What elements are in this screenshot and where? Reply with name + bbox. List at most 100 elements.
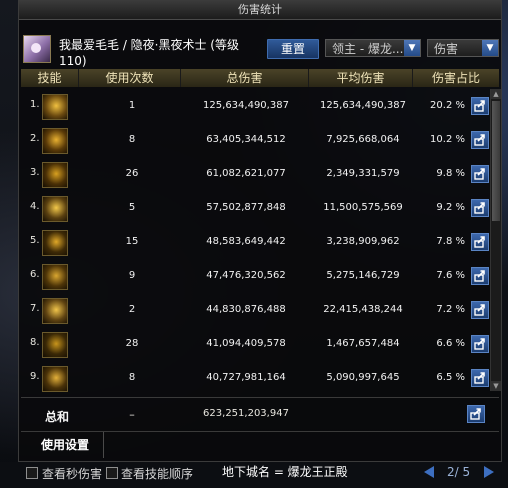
share-icon — [474, 168, 485, 180]
share-button[interactable] — [471, 369, 489, 387]
row-index: 1. — [30, 99, 40, 110]
boss-select[interactable]: 领主 - 爆龙... ▼ — [325, 39, 421, 57]
damage-share: 7.2 % — [436, 304, 465, 315]
check-dps-label: 查看秒伤害 — [42, 467, 103, 481]
use-count: 28 — [125, 338, 139, 349]
share-icon — [474, 100, 485, 112]
row-index: 6. — [30, 269, 40, 280]
prev-page-icon[interactable] — [424, 466, 434, 478]
use-count: 15 — [125, 236, 139, 247]
col-share[interactable]: 伤害占比 — [413, 69, 499, 87]
use-count: 8 — [128, 372, 136, 383]
share-button[interactable] — [471, 335, 489, 353]
damage-share: 6.6 % — [436, 338, 465, 349]
total-damage: 125,634,490,387 — [203, 100, 289, 111]
col-count[interactable]: 使用次数 — [79, 69, 181, 87]
skill-4-icon — [42, 196, 68, 222]
share-button[interactable] — [471, 97, 489, 115]
share-button[interactable] — [471, 131, 489, 149]
table-row: 8. 28 41,094,409,578 1,467,657,484 6.6 % — [21, 329, 489, 359]
scroll-thumb[interactable] — [492, 101, 500, 221]
summary-row: 总和 – 623,251,203,947 — [21, 397, 499, 430]
row-index: 4. — [30, 201, 40, 212]
check-order-checkbox[interactable] — [106, 467, 118, 479]
scroll-down-icon[interactable]: ▼ — [491, 381, 501, 391]
damage-share: 20.2 % — [430, 100, 465, 111]
summary-label: 总和 — [45, 410, 70, 424]
settings-tab[interactable]: 使用设置 — [27, 432, 104, 458]
row-index: 7. — [30, 303, 40, 314]
share-button[interactable] — [471, 267, 489, 285]
total-damage: 47,476,320,562 — [206, 270, 286, 281]
col-avg[interactable]: 平均伤害 — [309, 69, 413, 87]
table-row: 5. 15 48,583,649,442 3,238,909,962 7.8 % — [21, 227, 489, 257]
next-page-icon[interactable] — [484, 466, 494, 478]
row-index: 2. — [30, 133, 40, 144]
share-button[interactable] — [471, 233, 489, 251]
table-row: 1. 1 125,634,490,387 125,634,490,387 20.2 % — [21, 91, 489, 121]
summary-count: – — [129, 408, 135, 421]
row-index: 8. — [30, 337, 40, 348]
use-count: 5 — [128, 202, 136, 213]
avg-damage: 2,349,331,579 — [326, 168, 400, 179]
check-order-label: 查看技能顺序 — [121, 467, 194, 481]
skill-2-icon — [42, 128, 68, 154]
total-damage: 57,502,877,848 — [206, 202, 286, 213]
boss-select-value: 领主 - 爆龙... — [332, 42, 404, 56]
chevron-down-icon: ▼ — [482, 40, 498, 56]
player-name: 我最爱毛毛 / 隐夜·黑夜术士 (等级110) — [59, 38, 239, 68]
skill-9-icon — [42, 366, 68, 392]
table-row: 4. 5 57,502,877,848 11,500,575,569 9.2 % — [21, 193, 489, 223]
col-skill[interactable]: 技能 — [21, 69, 79, 87]
damage-share: 10.2 % — [430, 134, 465, 145]
avg-damage: 1,467,657,484 — [326, 338, 400, 349]
share-icon — [474, 270, 485, 282]
row-index: 5. — [30, 235, 40, 246]
damage-share: 6.5 % — [436, 372, 465, 383]
summary-total: 623,251,203,947 — [203, 408, 289, 419]
avg-damage: 11,500,575,569 — [323, 202, 403, 213]
damage-share: 9.2 % — [436, 202, 465, 213]
share-button[interactable] — [471, 199, 489, 217]
share-button[interactable] — [471, 165, 489, 183]
damage-share: 9.8 % — [436, 168, 465, 179]
table-header: 技能 使用次数 总伤害 平均伤害 伤害占比 — [21, 69, 499, 87]
damage-stats-window: 伤害统计 我最爱毛毛 / 隐夜·黑夜术士 (等级110) 重置 领主 - 爆龙.… — [18, 0, 502, 462]
total-damage: 48,583,649,442 — [206, 236, 286, 247]
scroll-up-icon[interactable]: ▲ — [491, 89, 501, 99]
use-count: 9 — [128, 270, 136, 281]
type-select-value: 伤害 — [434, 42, 459, 56]
share-icon — [474, 134, 485, 146]
row-index: 9. — [30, 371, 40, 382]
skill-6-icon — [42, 264, 68, 290]
skill-8-icon — [42, 332, 68, 358]
share-icon — [474, 236, 485, 248]
skill-5-icon — [42, 230, 68, 256]
share-button[interactable] — [471, 301, 489, 319]
row-index: 3. — [30, 167, 40, 178]
reset-button[interactable]: 重置 — [267, 39, 319, 59]
avg-damage: 5,275,146,729 — [326, 270, 400, 281]
damage-share: 7.6 % — [436, 270, 465, 281]
share-icon — [474, 372, 485, 384]
damage-share: 7.8 % — [436, 236, 465, 247]
dungeon-name: 地下城名 = 爆龙王正殿 — [222, 465, 348, 479]
col-total[interactable]: 总伤害 — [181, 69, 309, 87]
table-row: 3. 26 61,082,621,077 2,349,331,579 9.8 % — [21, 159, 489, 189]
table-row: 7. 2 44,830,876,488 22,415,438,244 7.2 % — [21, 295, 489, 325]
skill-7-icon — [42, 298, 68, 324]
settings-bar: 使用设置 — [21, 431, 499, 458]
table-row: 2. 8 63,405,344,512 7,925,668,064 10.2 % — [21, 125, 489, 155]
table-row: 9. 8 40,727,981,164 5,090,997,645 6.5 % — [21, 363, 489, 393]
window-title: 伤害统计 — [19, 1, 501, 20]
avg-damage: 7,925,668,064 — [326, 134, 400, 145]
total-damage: 41,094,409,578 — [206, 338, 286, 349]
window-header: 我最爱毛毛 / 隐夜·黑夜术士 (等级110) 重置 领主 - 爆龙... ▼ … — [19, 21, 501, 69]
table-scrollbar[interactable]: ▲ ▼ — [490, 89, 501, 391]
chevron-down-icon: ▼ — [404, 40, 420, 56]
check-dps-checkbox[interactable] — [26, 467, 38, 479]
type-select[interactable]: 伤害 ▼ — [427, 39, 499, 57]
share-button[interactable] — [467, 405, 485, 423]
total-damage: 40,727,981,164 — [206, 372, 286, 383]
avg-damage: 22,415,438,244 — [323, 304, 403, 315]
